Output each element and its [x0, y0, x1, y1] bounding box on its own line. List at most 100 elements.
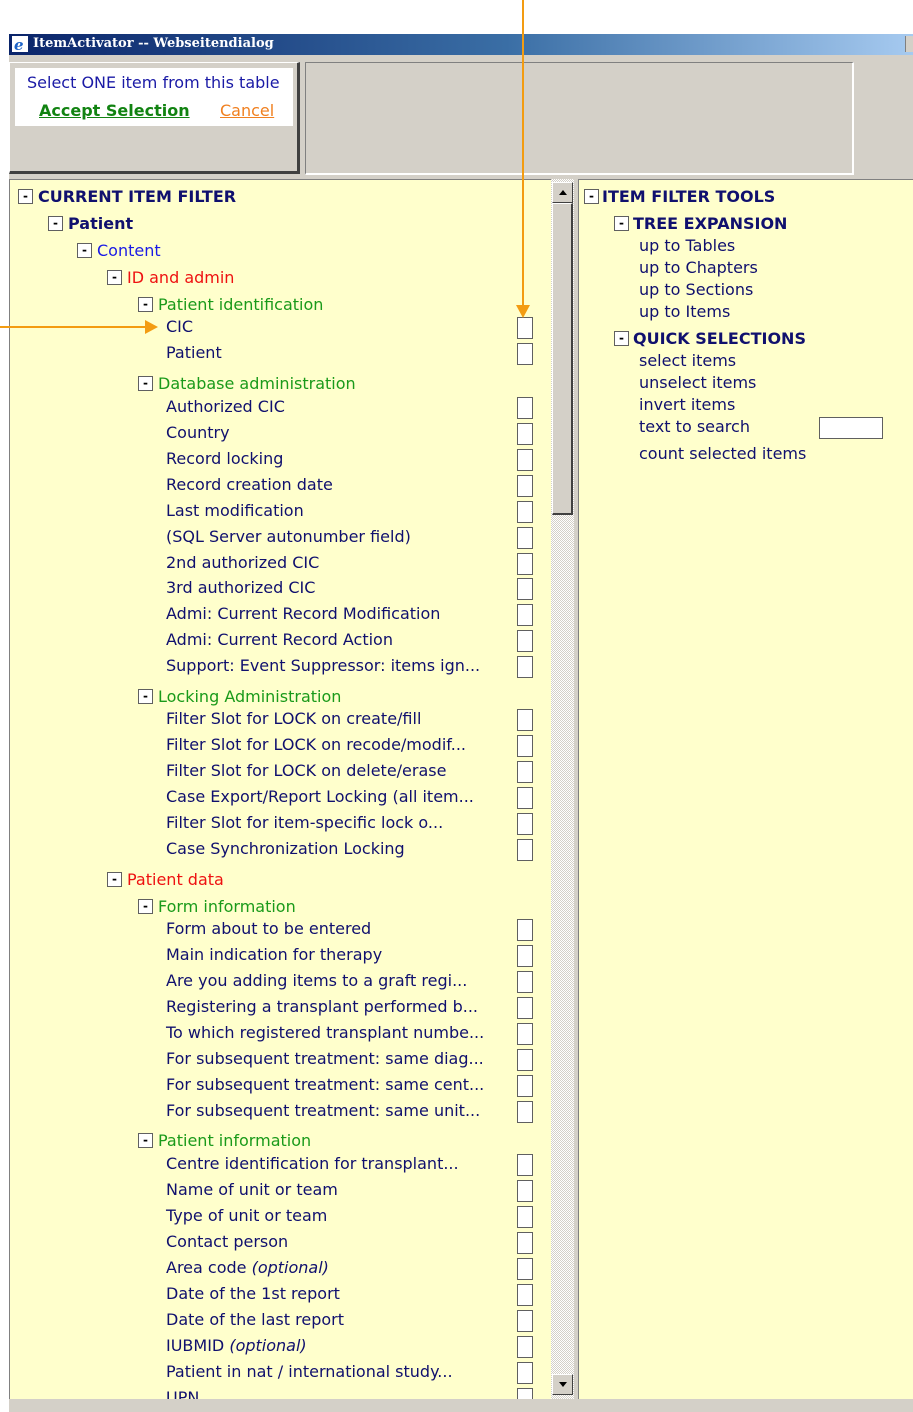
tree-node-patient-information[interactable]: Patient information [158, 1131, 311, 1150]
item-checkbox[interactable] [517, 1206, 533, 1228]
tree-item[interactable]: Area code (optional) [166, 1258, 329, 1277]
tree-item[interactable]: Support: Event Suppressor: items ign... [166, 656, 480, 675]
tree-item[interactable]: Last modification [166, 501, 304, 520]
window-title-bar[interactable]: e ItemActivator -- Webseitendialog [9, 34, 913, 55]
tree-item[interactable]: 3rd authorized CIC [166, 578, 315, 597]
tree-item[interactable]: For subsequent treatment: same cent... [166, 1075, 484, 1094]
expand-up-to-items[interactable]: up to Items [639, 302, 730, 321]
item-checkbox[interactable] [517, 1049, 533, 1071]
item-checkbox[interactable] [517, 449, 533, 471]
item-checkbox[interactable] [517, 501, 533, 523]
tree-scrollbar[interactable] [551, 179, 574, 1399]
item-checkbox[interactable] [517, 971, 533, 993]
item-checkbox[interactable] [517, 1388, 533, 1399]
tree-item[interactable]: Record creation date [166, 475, 333, 494]
tree-item[interactable]: Filter Slot for LOCK on delete/erase [166, 761, 446, 780]
expand-up-to-tables[interactable]: up to Tables [639, 236, 735, 255]
expand-up-to-chapters[interactable]: up to Chapters [639, 258, 758, 277]
item-checkbox[interactable] [517, 604, 533, 626]
item-checkbox[interactable] [517, 839, 533, 861]
collapse-toggle-quick-selections[interactable]: - [614, 331, 629, 346]
item-checkbox[interactable] [517, 945, 533, 967]
tree-item[interactable]: Case Export/Report Locking (all item... [166, 787, 474, 806]
tree-item[interactable]: Contact person [166, 1232, 288, 1251]
tree-node-id-admin[interactable]: ID and admin [127, 268, 234, 287]
collapse-toggle-id-admin[interactable]: - [107, 270, 122, 285]
item-checkbox[interactable] [517, 1232, 533, 1254]
tree-item[interactable]: Case Synchronization Locking [166, 839, 405, 858]
item-checkbox[interactable] [517, 813, 533, 835]
tree-item[interactable]: Filter Slot for LOCK on create/fill [166, 709, 421, 728]
item-checkbox[interactable] [517, 475, 533, 497]
tree-node-patient[interactable]: Patient [68, 214, 133, 233]
item-checkbox[interactable] [517, 735, 533, 757]
tree-item[interactable]: Country [166, 423, 230, 442]
tree-item[interactable]: Admi: Current Record Modification [166, 604, 440, 623]
tree-item[interactable]: Name of unit or team [166, 1180, 338, 1199]
item-checkbox[interactable] [517, 1101, 533, 1123]
collapse-toggle-patient-information[interactable]: - [138, 1133, 153, 1148]
item-checkbox[interactable] [517, 709, 533, 731]
collapse-toggle-database-administration[interactable]: - [138, 376, 153, 391]
tree-item[interactable]: 2nd authorized CIC [166, 553, 319, 572]
invert-items-action[interactable]: invert items [639, 395, 735, 414]
tree-item[interactable]: Admi: Current Record Action [166, 630, 393, 649]
item-checkbox[interactable] [517, 578, 533, 600]
tree-node-patient-identification[interactable]: Patient identification [158, 295, 323, 314]
item-checkbox[interactable] [517, 630, 533, 652]
item-checkbox[interactable] [517, 1154, 533, 1176]
tree-expansion-heading[interactable]: TREE EXPANSION [633, 214, 787, 233]
select-items-action[interactable]: select items [639, 351, 736, 370]
collapse-toggle-tools[interactable]: - [584, 189, 599, 204]
item-checkbox[interactable] [517, 919, 533, 941]
collapse-toggle-patient-data[interactable]: - [107, 872, 122, 887]
tree-item[interactable]: Authorized CIC [166, 397, 285, 416]
item-checkbox[interactable] [517, 1180, 533, 1202]
tree-item[interactable]: IUBMID (optional) [166, 1336, 307, 1355]
tree-item[interactable]: To which registered transplant numbe... [166, 1023, 484, 1042]
tree-item[interactable]: For subsequent treatment: same diag... [166, 1049, 484, 1068]
tree-item[interactable]: Are you adding items to a graft regi... [166, 971, 467, 990]
unselect-items-action[interactable]: unselect items [639, 373, 756, 392]
item-checkbox[interactable] [517, 423, 533, 445]
collapse-toggle-root[interactable]: - [18, 189, 33, 204]
item-checkbox[interactable] [517, 787, 533, 809]
tree-item[interactable]: Patient in nat / international study... [166, 1362, 453, 1381]
collapse-toggle-form-information[interactable]: - [138, 899, 153, 914]
count-selected-items-action[interactable]: count selected items [639, 444, 806, 463]
tree-item[interactable]: UPN [166, 1389, 199, 1399]
item-checkbox[interactable] [517, 1023, 533, 1045]
scroll-thumb[interactable] [552, 203, 573, 515]
tree-item[interactable]: Centre identification for transplant... [166, 1154, 459, 1173]
item-checkbox[interactable] [517, 397, 533, 419]
tree-root[interactable]: CURRENT ITEM FILTER [38, 187, 236, 206]
tree-node-content[interactable]: Content [97, 241, 161, 260]
tree-node-locking-administration[interactable]: Locking Administration [158, 687, 341, 706]
tree-item[interactable]: (SQL Server autonumber field) [166, 527, 411, 546]
tree-item[interactable]: Form about to be entered [166, 919, 371, 938]
tree-item[interactable]: Type of unit or team [166, 1206, 327, 1225]
item-checkbox[interactable] [517, 1336, 533, 1358]
tree-item[interactable]: Patient [166, 343, 222, 362]
tree-item[interactable]: Date of the last report [166, 1310, 344, 1329]
item-checkbox[interactable] [517, 1258, 533, 1280]
item-checkbox[interactable] [517, 1362, 533, 1384]
item-checkbox[interactable] [517, 553, 533, 575]
item-checkbox[interactable] [517, 656, 533, 678]
item-checkbox[interactable] [517, 997, 533, 1019]
item-checkbox[interactable] [517, 1075, 533, 1097]
cancel-button[interactable]: Cancel [220, 101, 274, 120]
tools-root[interactable]: ITEM FILTER TOOLS [602, 187, 775, 206]
quick-selections-heading[interactable]: QUICK SELECTIONS [633, 329, 806, 348]
tree-node-database-administration[interactable]: Database administration [158, 374, 356, 393]
collapse-toggle-content[interactable]: - [77, 243, 92, 258]
collapse-toggle-tree-expansion[interactable]: - [614, 216, 629, 231]
scroll-down-button[interactable] [552, 1374, 573, 1395]
tree-item[interactable]: Main indication for therapy [166, 945, 382, 964]
tree-item[interactable]: Filter Slot for LOCK on recode/modif... [166, 735, 466, 754]
scroll-up-button[interactable] [552, 182, 573, 203]
accept-selection-button[interactable]: Accept Selection [39, 101, 190, 120]
tree-item[interactable]: CIC [166, 317, 193, 336]
item-checkbox[interactable] [517, 343, 533, 365]
item-checkbox[interactable] [517, 761, 533, 783]
